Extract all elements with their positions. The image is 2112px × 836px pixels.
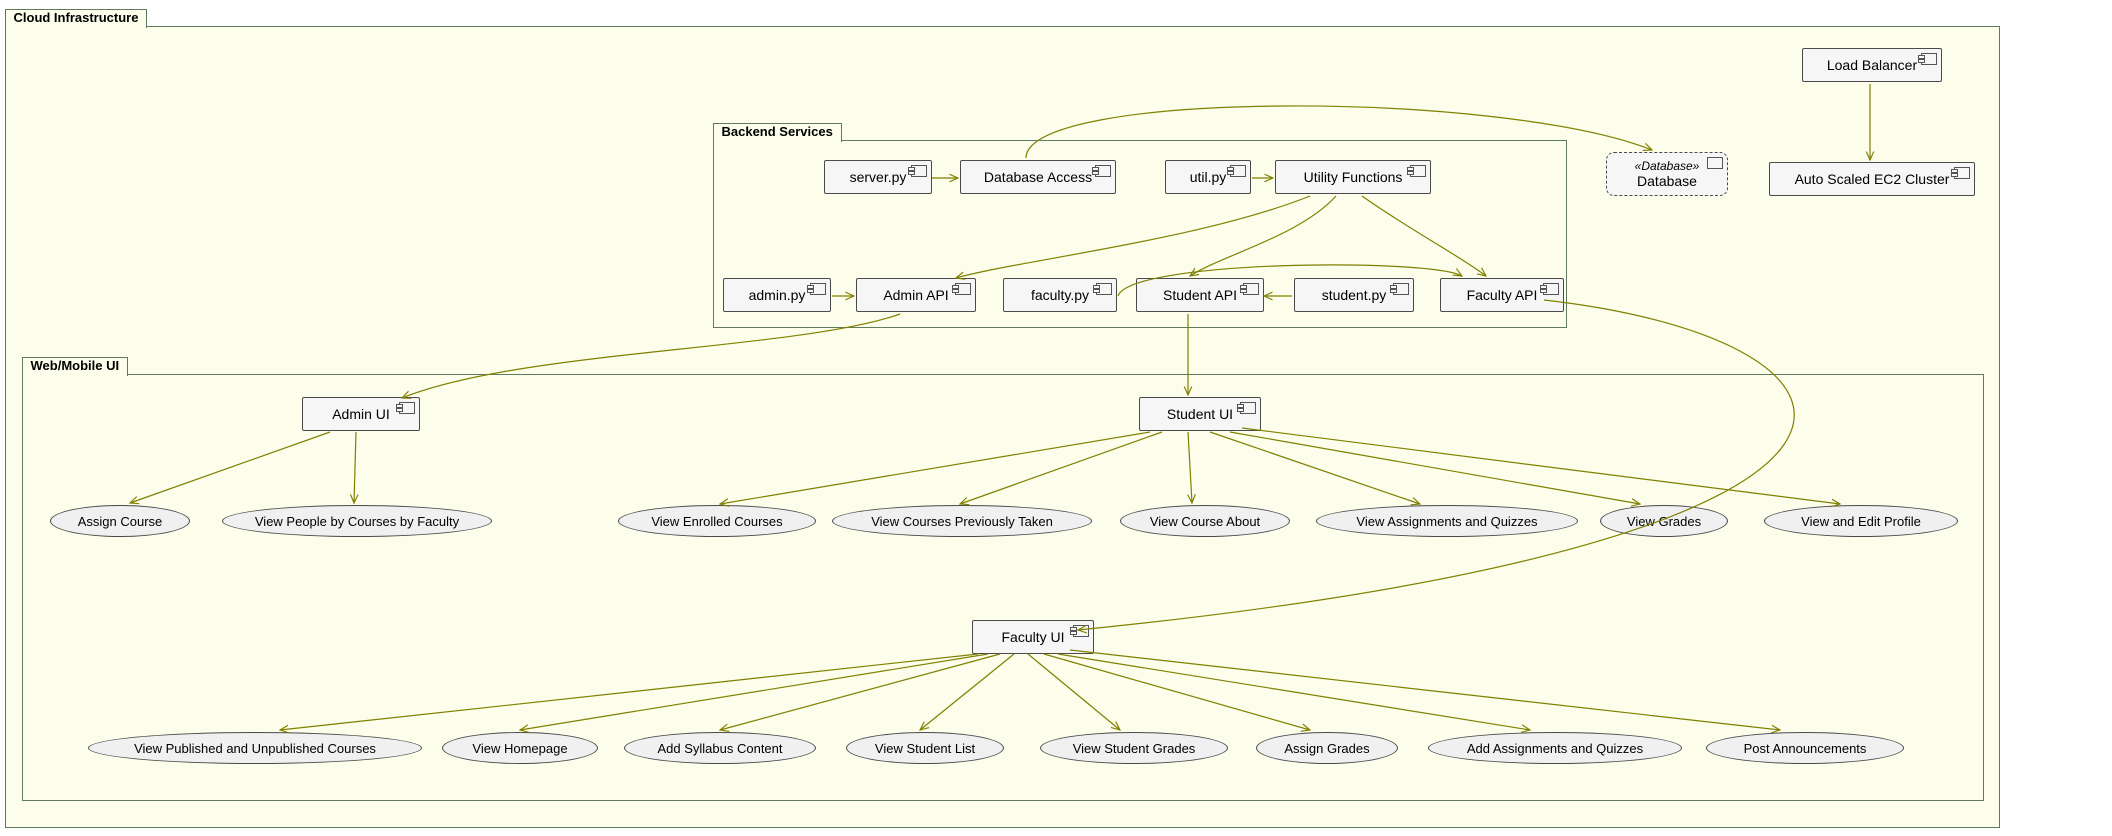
label: Assign Course (78, 514, 163, 529)
label: Post Announcements (1744, 741, 1867, 756)
component-faculty-api: Faculty API (1440, 278, 1564, 312)
component-icon (1243, 283, 1259, 295)
usecase-view-about: View Course About (1120, 505, 1290, 537)
usecase-assign-grades: Assign Grades (1256, 732, 1398, 764)
usecase-post-ann: Post Announcements (1706, 732, 1904, 764)
component-util: util.py (1165, 160, 1251, 194)
database-name: Database (1617, 173, 1717, 189)
label: View Grades (1627, 514, 1701, 529)
database-stereo: «Database» (1617, 159, 1717, 173)
component-icon (1095, 165, 1111, 177)
label: Assign Grades (1284, 741, 1369, 756)
label: View and Edit Profile (1801, 514, 1921, 529)
label: Admin API (883, 287, 948, 303)
label: faculty.py (1031, 287, 1089, 303)
label: View Enrolled Courses (651, 514, 782, 529)
usecase-view-home: View Homepage (442, 732, 598, 764)
component-icon (955, 283, 971, 295)
label: Database Access (984, 169, 1092, 185)
usecase-add-assign: Add Assignments and Quizzes (1428, 732, 1682, 764)
label: View Student Grades (1073, 741, 1196, 756)
label: util.py (1190, 169, 1227, 185)
component-icon (1073, 625, 1089, 637)
component-admin-api: Admin API (856, 278, 976, 312)
usecase-view-students: View Student List (846, 732, 1004, 764)
component-student-ui: Student UI (1139, 397, 1261, 431)
component-faculty-ui: Faculty UI (972, 620, 1094, 654)
label: Faculty UI (1001, 629, 1064, 645)
component-server: server.py (824, 160, 932, 194)
component-load-balancer: Load Balancer (1802, 48, 1942, 82)
component-icon (1410, 165, 1426, 177)
component-db-access: Database Access (960, 160, 1116, 194)
package-cloud-tab: Cloud Infrastructure (5, 9, 148, 28)
package-backend-tab: Backend Services (713, 123, 842, 142)
component-icon (399, 402, 415, 414)
component-icon (1393, 283, 1409, 295)
component-admin-py: admin.py (723, 278, 831, 312)
package-ui-tab: Web/Mobile UI (22, 357, 129, 376)
component-ec2: Auto Scaled EC2 Cluster (1769, 162, 1975, 196)
component-icon (1707, 157, 1723, 169)
label: Student UI (1167, 406, 1233, 422)
label: Auto Scaled EC2 Cluster (1795, 171, 1950, 187)
label: Utility Functions (1304, 169, 1403, 185)
component-icon (1230, 165, 1246, 177)
component-faculty-py: faculty.py (1003, 278, 1117, 312)
component-icon (1543, 283, 1559, 295)
component-icon (1240, 402, 1256, 414)
usecase-view-enrolled: View Enrolled Courses (618, 505, 816, 537)
usecase-view-grades: View Grades (1600, 505, 1728, 537)
label: View Student List (875, 741, 975, 756)
usecase-add-syllabus: Add Syllabus Content (624, 732, 816, 764)
label: View Course About (1150, 514, 1260, 529)
label: View Assignments and Quizzes (1356, 514, 1537, 529)
label: View Published and Unpublished Courses (134, 741, 376, 756)
usecase-view-prev: View Courses Previously Taken (832, 505, 1092, 537)
component-icon (1921, 53, 1937, 65)
component-student-py: student.py (1294, 278, 1414, 312)
component-icon (1954, 167, 1970, 179)
label: Faculty API (1467, 287, 1538, 303)
label: Student API (1163, 287, 1237, 303)
label: admin.py (749, 287, 806, 303)
label: Add Assignments and Quizzes (1467, 741, 1643, 756)
component-util-fn: Utility Functions (1275, 160, 1431, 194)
component-admin-ui: Admin UI (302, 397, 420, 431)
usecase-view-people: View People by Courses by Faculty (222, 505, 492, 537)
label: View People by Courses by Faculty (255, 514, 459, 529)
database-node: «Database» Database (1606, 152, 1728, 196)
label: View Courses Previously Taken (871, 514, 1053, 529)
label: View Homepage (472, 741, 567, 756)
usecase-view-assign: View Assignments and Quizzes (1316, 505, 1578, 537)
label: Add Syllabus Content (657, 741, 782, 756)
usecase-view-pub: View Published and Unpublished Courses (88, 732, 422, 764)
component-icon (810, 283, 826, 295)
component-student-api: Student API (1136, 278, 1264, 312)
component-icon (1096, 283, 1112, 295)
label: server.py (850, 169, 907, 185)
label: student.py (1322, 287, 1387, 303)
label: Load Balancer (1827, 57, 1917, 73)
usecase-view-profile: View and Edit Profile (1764, 505, 1958, 537)
usecase-assign-course: Assign Course (50, 505, 190, 537)
label: Admin UI (332, 406, 390, 422)
component-icon (911, 165, 927, 177)
usecase-view-sgrades: View Student Grades (1040, 732, 1228, 764)
